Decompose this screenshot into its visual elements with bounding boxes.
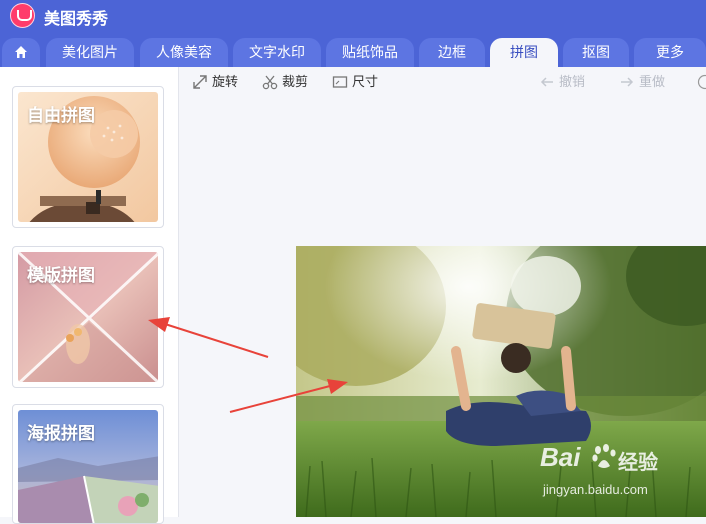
baidu-watermark: Bai 经验 jingyan.baidu.com (540, 442, 700, 502)
rotate-button[interactable]: 旋转 (192, 74, 252, 90)
paw-icon (592, 444, 616, 470)
tab-cutout[interactable]: 抠图 (563, 38, 629, 67)
app-title: 美图秀秀 (44, 5, 108, 29)
undo-label: 撤销 (559, 74, 585, 90)
redo-arrow-icon (619, 74, 635, 90)
template-collage-label: 模版拼图 (27, 261, 95, 286)
tab-text-watermark[interactable]: 文字水印 (233, 38, 321, 67)
title-bar: 美图秀秀 (0, 0, 706, 30)
template-collage-card[interactable]: 模版拼图 (12, 246, 164, 388)
watermark-cn: 经验 (618, 446, 658, 475)
free-collage-card[interactable]: 自由拼图 (12, 86, 164, 228)
redo-label: 重做 (639, 74, 665, 90)
undo-button[interactable]: 撤销 (539, 74, 599, 90)
crop-label: 裁剪 (282, 74, 308, 90)
tab-stickers[interactable]: 贴纸饰品 (326, 38, 414, 67)
scissors-icon (262, 74, 278, 90)
resize-icon (332, 74, 348, 90)
rotate-label: 旋转 (212, 74, 238, 90)
watermark-brand: Bai (540, 442, 580, 473)
crop-button[interactable]: 裁剪 (262, 74, 322, 90)
tab-home[interactable] (2, 38, 40, 67)
edit-toolbar: 旋转 裁剪 尺寸 撤销 重做 (179, 67, 706, 97)
tab-frame[interactable]: 边框 (419, 38, 485, 67)
collage-sidebar: 自由拼图 模版拼图 (0, 67, 179, 517)
home-icon (14, 45, 28, 59)
help-button[interactable] (697, 74, 706, 90)
tab-portrait[interactable]: 人像美容 (140, 38, 228, 67)
help-circle-icon (697, 74, 706, 90)
poster-collage-label: 海报拼图 (27, 419, 95, 444)
watermark-url: jingyan.baidu.com (543, 482, 648, 497)
size-button[interactable]: 尺寸 (332, 74, 392, 90)
tab-more[interactable]: 更多 (634, 38, 706, 67)
main-tab-bar: 美化图片 人像美容 文字水印 贴纸饰品 边框 拼图 抠图 更多 (0, 30, 706, 67)
tab-beautify[interactable]: 美化图片 (46, 38, 134, 67)
redo-button[interactable]: 重做 (619, 74, 679, 90)
app-logo-icon (10, 3, 35, 28)
free-collage-label: 自由拼图 (27, 101, 95, 126)
size-label: 尺寸 (352, 74, 378, 90)
tab-collage[interactable]: 拼图 (490, 38, 558, 67)
poster-collage-card[interactable]: 海报拼图 (12, 404, 164, 524)
rotate-icon (192, 74, 208, 90)
undo-arrow-icon (539, 74, 555, 90)
